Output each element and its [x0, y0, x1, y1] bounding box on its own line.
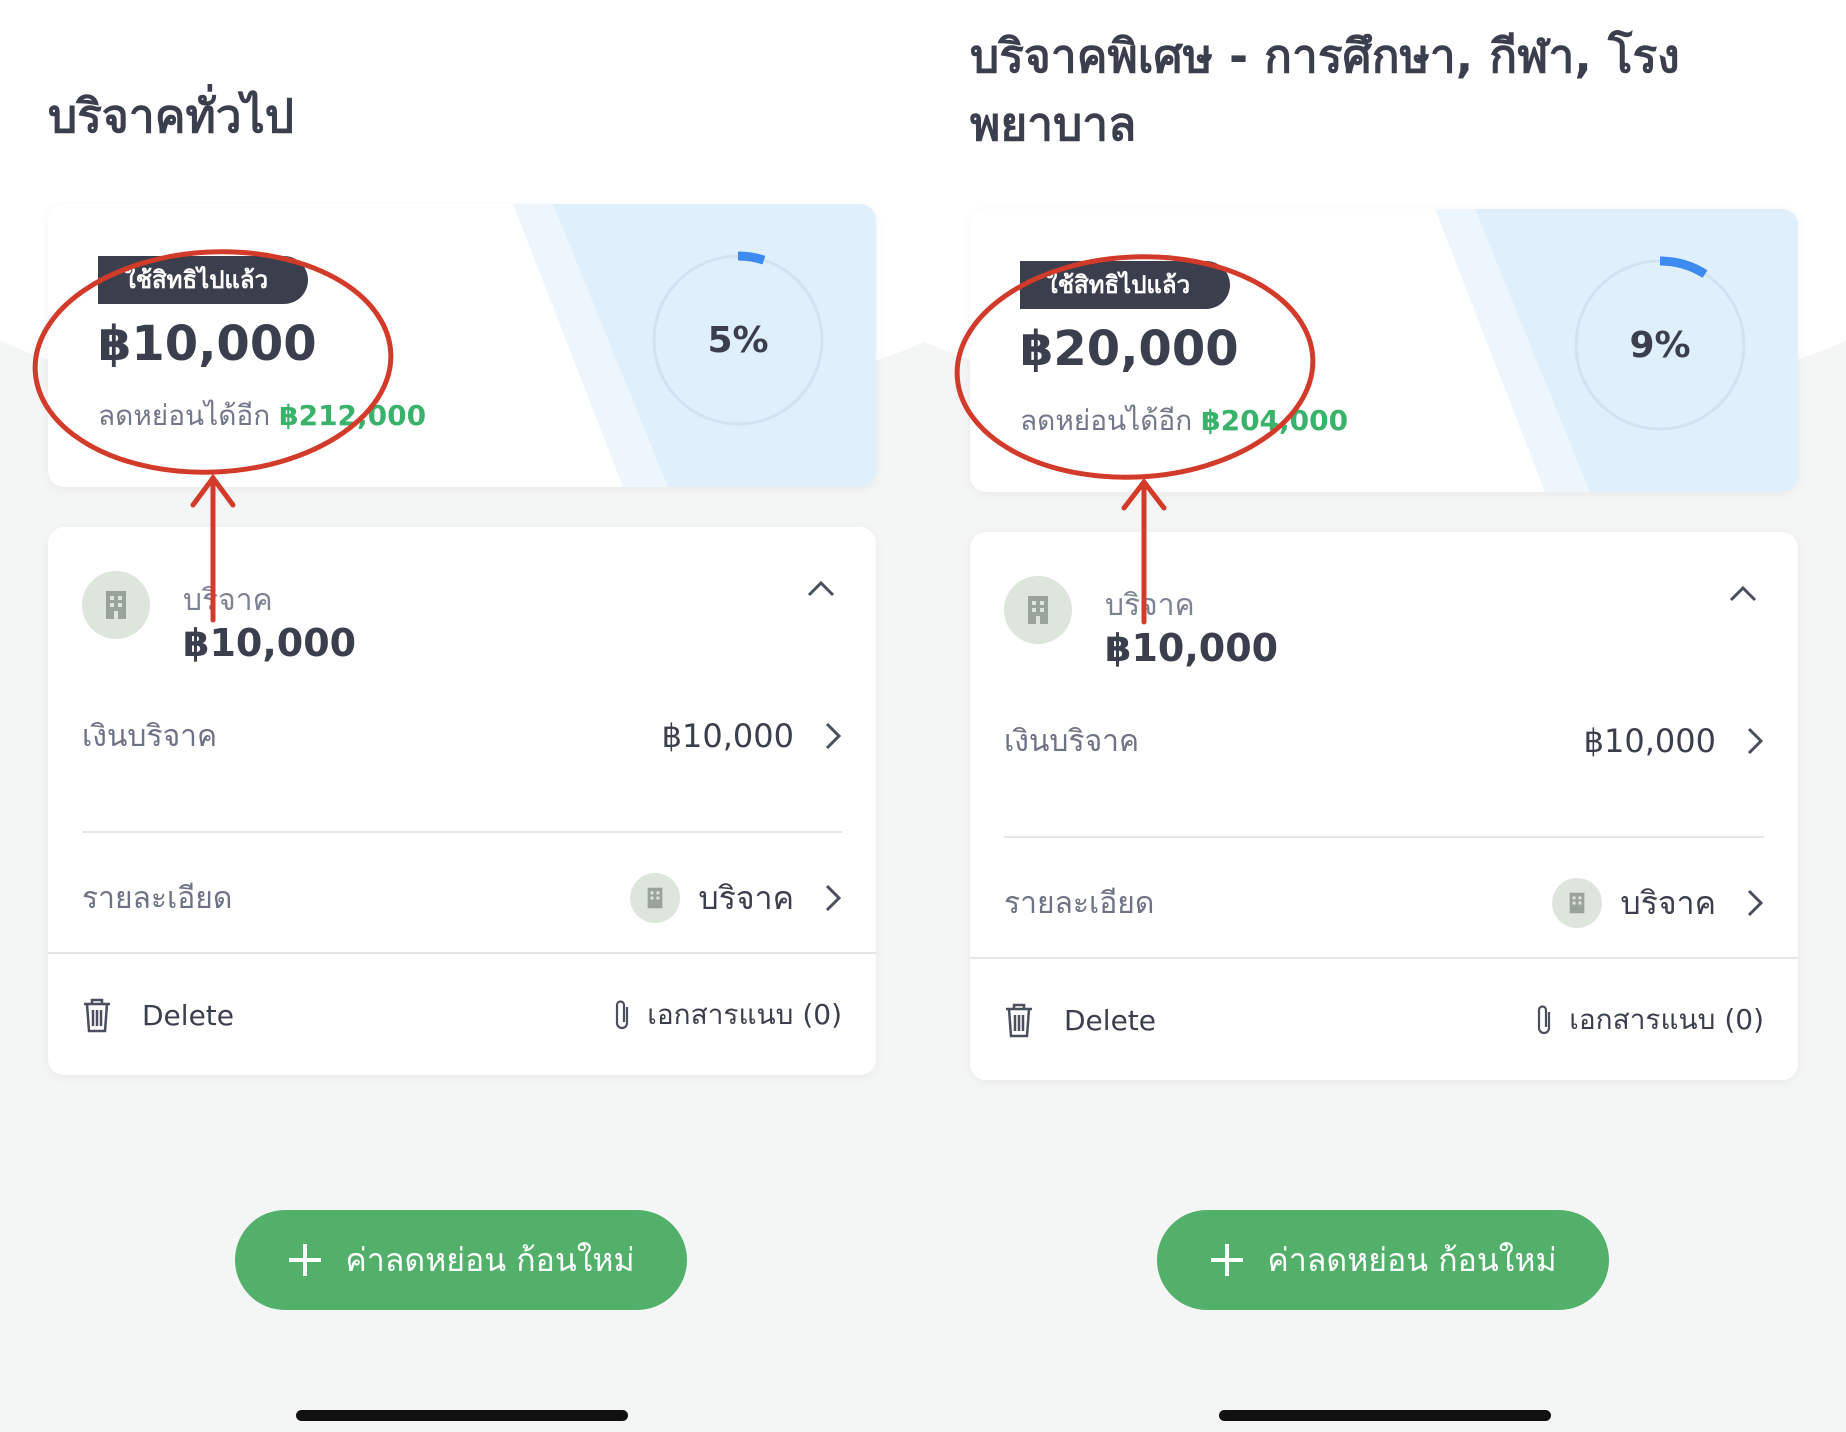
trash-icon — [1006, 1003, 1032, 1038]
category-label: บริจาค — [1105, 588, 1195, 623]
divider — [1004, 836, 1764, 838]
chevron-up-icon[interactable] — [1728, 584, 1758, 604]
row-value: ฿10,000 — [661, 717, 794, 755]
plus-icon — [289, 1244, 322, 1276]
add-button-label: ค่าลดหย่อน ก้อนใหม่ — [345, 1240, 635, 1279]
row-label: เงินบริจาค — [82, 718, 218, 754]
remaining-amount: ฿212,000 — [279, 399, 427, 432]
paperclip-icon — [1538, 1005, 1551, 1035]
plus-icon — [1211, 1244, 1244, 1276]
divider — [48, 952, 876, 954]
remaining-label: ลดหย่อนได้อีก — [98, 399, 271, 432]
category-amount: ฿10,000 — [1105, 626, 1279, 670]
panel-special-donation: บริจาคพิเศษ - การศึกษา, กีฬา, โรงพยาบาล … — [922, 0, 1846, 1432]
donation-amount-row[interactable]: เงินบริจาค ฿10,000 — [82, 677, 842, 795]
panel-general-donation: บริจาคทั่วไป ใช้สิทธิไปแล้ว ฿10,000 ลดหย… — [0, 0, 927, 1432]
used-badge: ใช้สิทธิไปแล้ว — [98, 256, 309, 304]
category-label: บริจาค — [183, 583, 273, 618]
remaining-label: ลดหย่อนได้อีก — [1020, 404, 1193, 437]
building-icon — [82, 571, 150, 639]
remaining-text: ลดหย่อนได้อีก ฿212,000 — [98, 394, 426, 438]
remaining-amount: ฿204,000 — [1201, 404, 1349, 437]
details-row[interactable]: รายละเอียด บริจาค — [82, 839, 842, 957]
used-amount: ฿20,000 — [1020, 321, 1239, 377]
building-icon — [630, 873, 681, 923]
page-title: บริจาคทั่วไป — [48, 89, 294, 143]
home-indicator — [1219, 1410, 1551, 1421]
attachments-button[interactable]: เอกสารแนบ (0) — [1533, 998, 1764, 1042]
details-row[interactable]: รายละเอียด บริจาค — [1004, 844, 1764, 962]
add-deduction-button[interactable]: ค่าลดหย่อน ก้อนใหม่ — [1157, 1210, 1609, 1310]
card-footer: Delete เอกสารแนบ (0) — [48, 955, 876, 1075]
paperclip-icon — [616, 1000, 629, 1030]
usage-summary-card: ใช้สิทธิไปแล้ว ฿10,000 ลดหย่อนได้อีก ฿21… — [48, 204, 876, 487]
divider — [970, 957, 1798, 959]
card-footer: Delete เอกสารแนบ (0) — [970, 960, 1798, 1080]
chevron-up-icon[interactable] — [806, 579, 836, 599]
percent-label: 9% — [1629, 324, 1691, 366]
row-value: บริจาค — [698, 878, 794, 917]
add-button-label: ค่าลดหย่อน ก้อนใหม่ — [1267, 1240, 1557, 1279]
used-amount: ฿10,000 — [98, 316, 317, 372]
row-value: บริจาค — [1620, 883, 1716, 922]
chevron-right-icon — [1747, 889, 1764, 917]
building-icon — [1004, 576, 1072, 644]
chevron-right-icon — [825, 722, 842, 750]
page-title: บริจาคพิเศษ - การศึกษา, กีฬา, โรงพยาบาล — [970, 29, 1680, 151]
building-icon — [1552, 878, 1603, 928]
attachments-label: เอกสารแนบ (0) — [647, 998, 842, 1031]
divider — [82, 831, 842, 833]
delete-label: Delete — [142, 998, 234, 1032]
attachments-label: เอกสารแนบ (0) — [1569, 1003, 1764, 1036]
deduction-detail-card: บริจาค ฿10,000 เงินบริจาค ฿10,000 รายละเ… — [970, 532, 1798, 1080]
delete-button[interactable]: Delete — [1004, 1002, 1156, 1038]
row-label: เงินบริจาค — [1004, 723, 1140, 759]
row-label: รายละเอียด — [1004, 885, 1155, 921]
used-badge: ใช้สิทธิไปแล้ว — [1020, 261, 1231, 309]
row-value: ฿10,000 — [1583, 722, 1716, 760]
category-amount: ฿10,000 — [183, 621, 357, 665]
add-deduction-button[interactable]: ค่าลดหย่อน ก้อนใหม่ — [235, 1210, 687, 1310]
chevron-right-icon — [825, 884, 842, 912]
home-indicator — [296, 1410, 628, 1421]
attachments-button[interactable]: เอกสารแนบ (0) — [611, 993, 842, 1037]
trash-icon — [84, 998, 110, 1033]
remaining-text: ลดหย่อนได้อีก ฿204,000 — [1020, 399, 1348, 443]
row-label: รายละเอียด — [82, 880, 233, 916]
usage-summary-card: ใช้สิทธิไปแล้ว ฿20,000 ลดหย่อนได้อีก ฿20… — [970, 209, 1798, 492]
donation-amount-row[interactable]: เงินบริจาค ฿10,000 — [1004, 682, 1764, 800]
deduction-detail-card: บริจาค ฿10,000 เงินบริจาค ฿10,000 รายละเ… — [48, 527, 876, 1075]
percent-label: 5% — [707, 319, 769, 361]
delete-button[interactable]: Delete — [82, 997, 234, 1033]
delete-label: Delete — [1064, 1003, 1156, 1037]
chevron-right-icon — [1747, 727, 1764, 755]
